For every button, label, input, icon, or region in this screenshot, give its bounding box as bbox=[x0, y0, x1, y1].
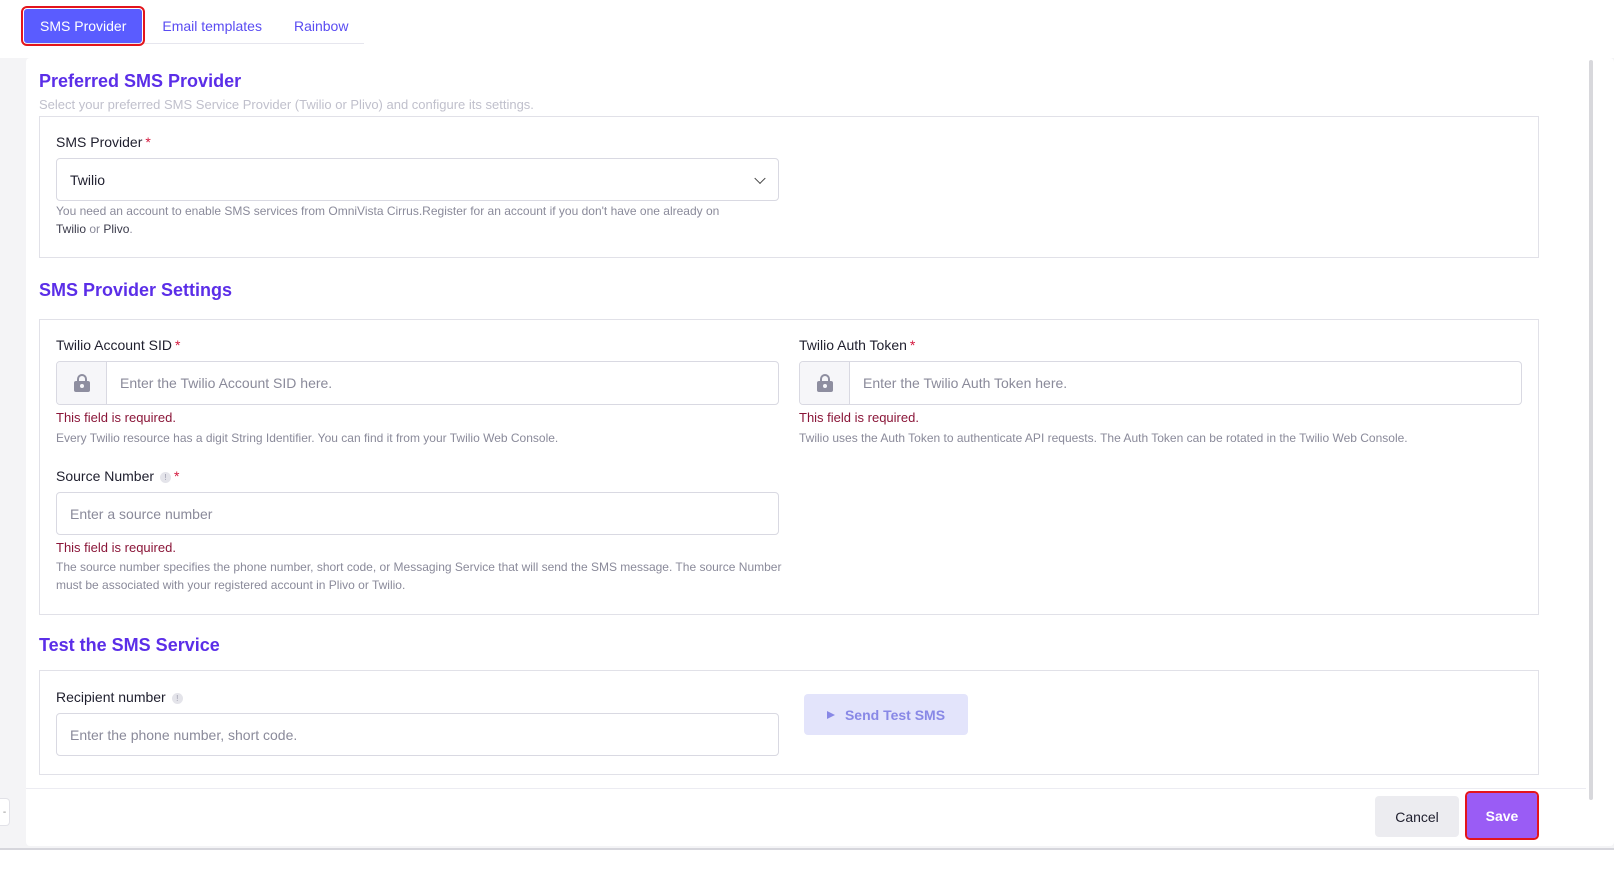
twilio-link[interactable]: Twilio bbox=[56, 222, 86, 236]
required-mark: * bbox=[174, 337, 181, 353]
tab-email-templates[interactable]: Email templates bbox=[146, 9, 278, 43]
source-number-input[interactable] bbox=[57, 493, 778, 534]
or-text: or bbox=[89, 222, 101, 236]
token-lock-addon bbox=[800, 362, 850, 404]
token-error: This field is required. bbox=[799, 410, 919, 425]
info-icon[interactable]: ! bbox=[160, 472, 172, 483]
recipient-field bbox=[56, 713, 779, 756]
sid-field bbox=[56, 361, 779, 405]
top-bar: SMS Provider Email templates Rainbow bbox=[0, 0, 1614, 58]
source-number-error: This field is required. bbox=[56, 540, 176, 555]
token-input[interactable] bbox=[850, 362, 1521, 404]
sid-help: Every Twilio resource has a digit String… bbox=[56, 431, 559, 445]
lock-icon bbox=[73, 374, 91, 392]
scrollbar[interactable] bbox=[1589, 60, 1593, 800]
save-button[interactable]: Save bbox=[1465, 791, 1539, 840]
provider-help: You need an account to enable SMS servic… bbox=[56, 202, 776, 238]
info-icon[interactable]: ! bbox=[171, 693, 183, 704]
tab-bar: SMS Provider Email templates Rainbow bbox=[20, 5, 365, 46]
sms-provider-select[interactable]: Twilio bbox=[56, 158, 779, 201]
recipient-label-text: Recipient number bbox=[56, 689, 166, 705]
side-panel-handle[interactable]: - bbox=[0, 798, 10, 826]
source-number-label-text: Source Number bbox=[56, 468, 155, 484]
sid-input[interactable] bbox=[107, 362, 778, 404]
token-label: Twilio Auth Token * bbox=[799, 337, 915, 353]
tab-rainbow[interactable]: Rainbow bbox=[278, 9, 364, 43]
sms-provider-label: SMS Provider * bbox=[56, 134, 151, 150]
source-number-label: Source Number! * bbox=[56, 468, 180, 484]
sms-provider-value: Twilio bbox=[70, 171, 106, 188]
recipient-label: Recipient number! bbox=[56, 689, 183, 705]
sid-label-text: Twilio Account SID bbox=[56, 337, 172, 353]
required-mark: * bbox=[909, 337, 916, 353]
provider-help-text: You need an account to enable SMS servic… bbox=[56, 204, 720, 218]
token-label-text: Twilio Auth Token bbox=[799, 337, 907, 353]
send-icon bbox=[826, 710, 835, 719]
sms-provider-label-text: SMS Provider bbox=[56, 134, 143, 150]
lock-icon bbox=[816, 374, 834, 392]
provider-settings-title: SMS Provider Settings bbox=[39, 280, 233, 300]
token-field bbox=[799, 361, 1522, 405]
required-mark: * bbox=[174, 468, 180, 484]
sid-label: Twilio Account SID * bbox=[56, 337, 180, 353]
recipient-input[interactable] bbox=[57, 714, 778, 755]
plivo-link[interactable]: Plivo bbox=[103, 222, 129, 236]
test-sms-title: Test the SMS Service bbox=[39, 635, 220, 655]
cancel-button[interactable]: Cancel bbox=[1375, 796, 1459, 837]
required-mark: * bbox=[145, 134, 151, 150]
sid-lock-addon bbox=[57, 362, 107, 404]
chevron-down-icon bbox=[754, 172, 766, 184]
tab-sms-provider[interactable]: SMS Provider bbox=[20, 5, 146, 46]
send-test-sms-label: Send Test SMS bbox=[844, 706, 946, 723]
token-help: Twilio uses the Auth Token to authentica… bbox=[799, 431, 1408, 445]
sid-error: This field is required. bbox=[56, 410, 176, 425]
footer-divider bbox=[26, 788, 1586, 789]
preferred-provider-subtitle: Select your preferred SMS Service Provid… bbox=[39, 97, 534, 112]
source-number-help: The source number specifies the phone nu… bbox=[56, 560, 782, 592]
help-period: . bbox=[129, 222, 133, 236]
send-test-sms-button[interactable]: Send Test SMS bbox=[804, 694, 968, 735]
preferred-provider-title: Preferred SMS Provider bbox=[39, 71, 242, 91]
source-number-field bbox=[56, 492, 779, 535]
bottom-strip bbox=[0, 848, 1614, 877]
